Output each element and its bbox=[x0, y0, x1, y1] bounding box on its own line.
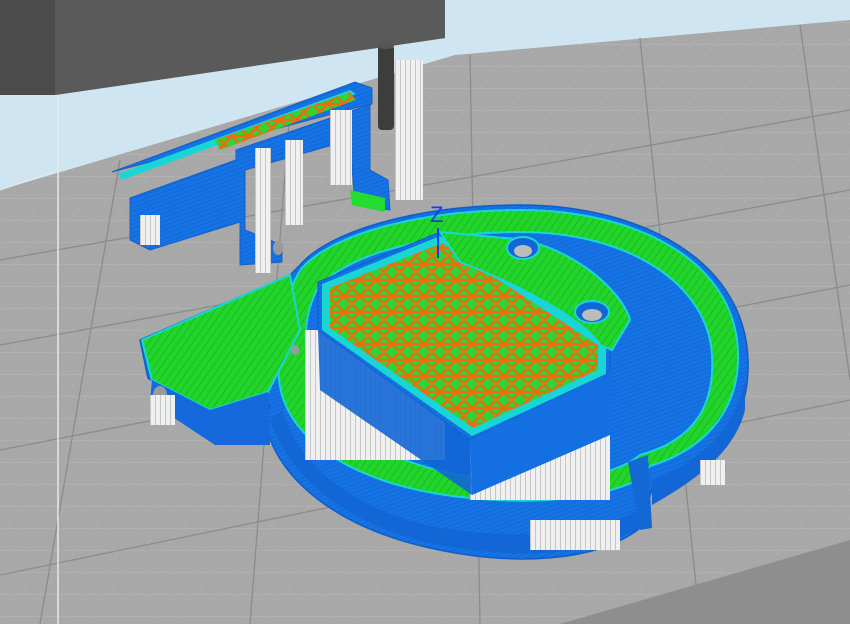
nozzle-icon bbox=[378, 43, 394, 130]
z-axis-label: Z bbox=[430, 202, 443, 227]
scene-canvas[interactable]: Z bbox=[0, 0, 850, 624]
3d-print-preview-viewport[interactable]: Z bbox=[0, 0, 850, 624]
